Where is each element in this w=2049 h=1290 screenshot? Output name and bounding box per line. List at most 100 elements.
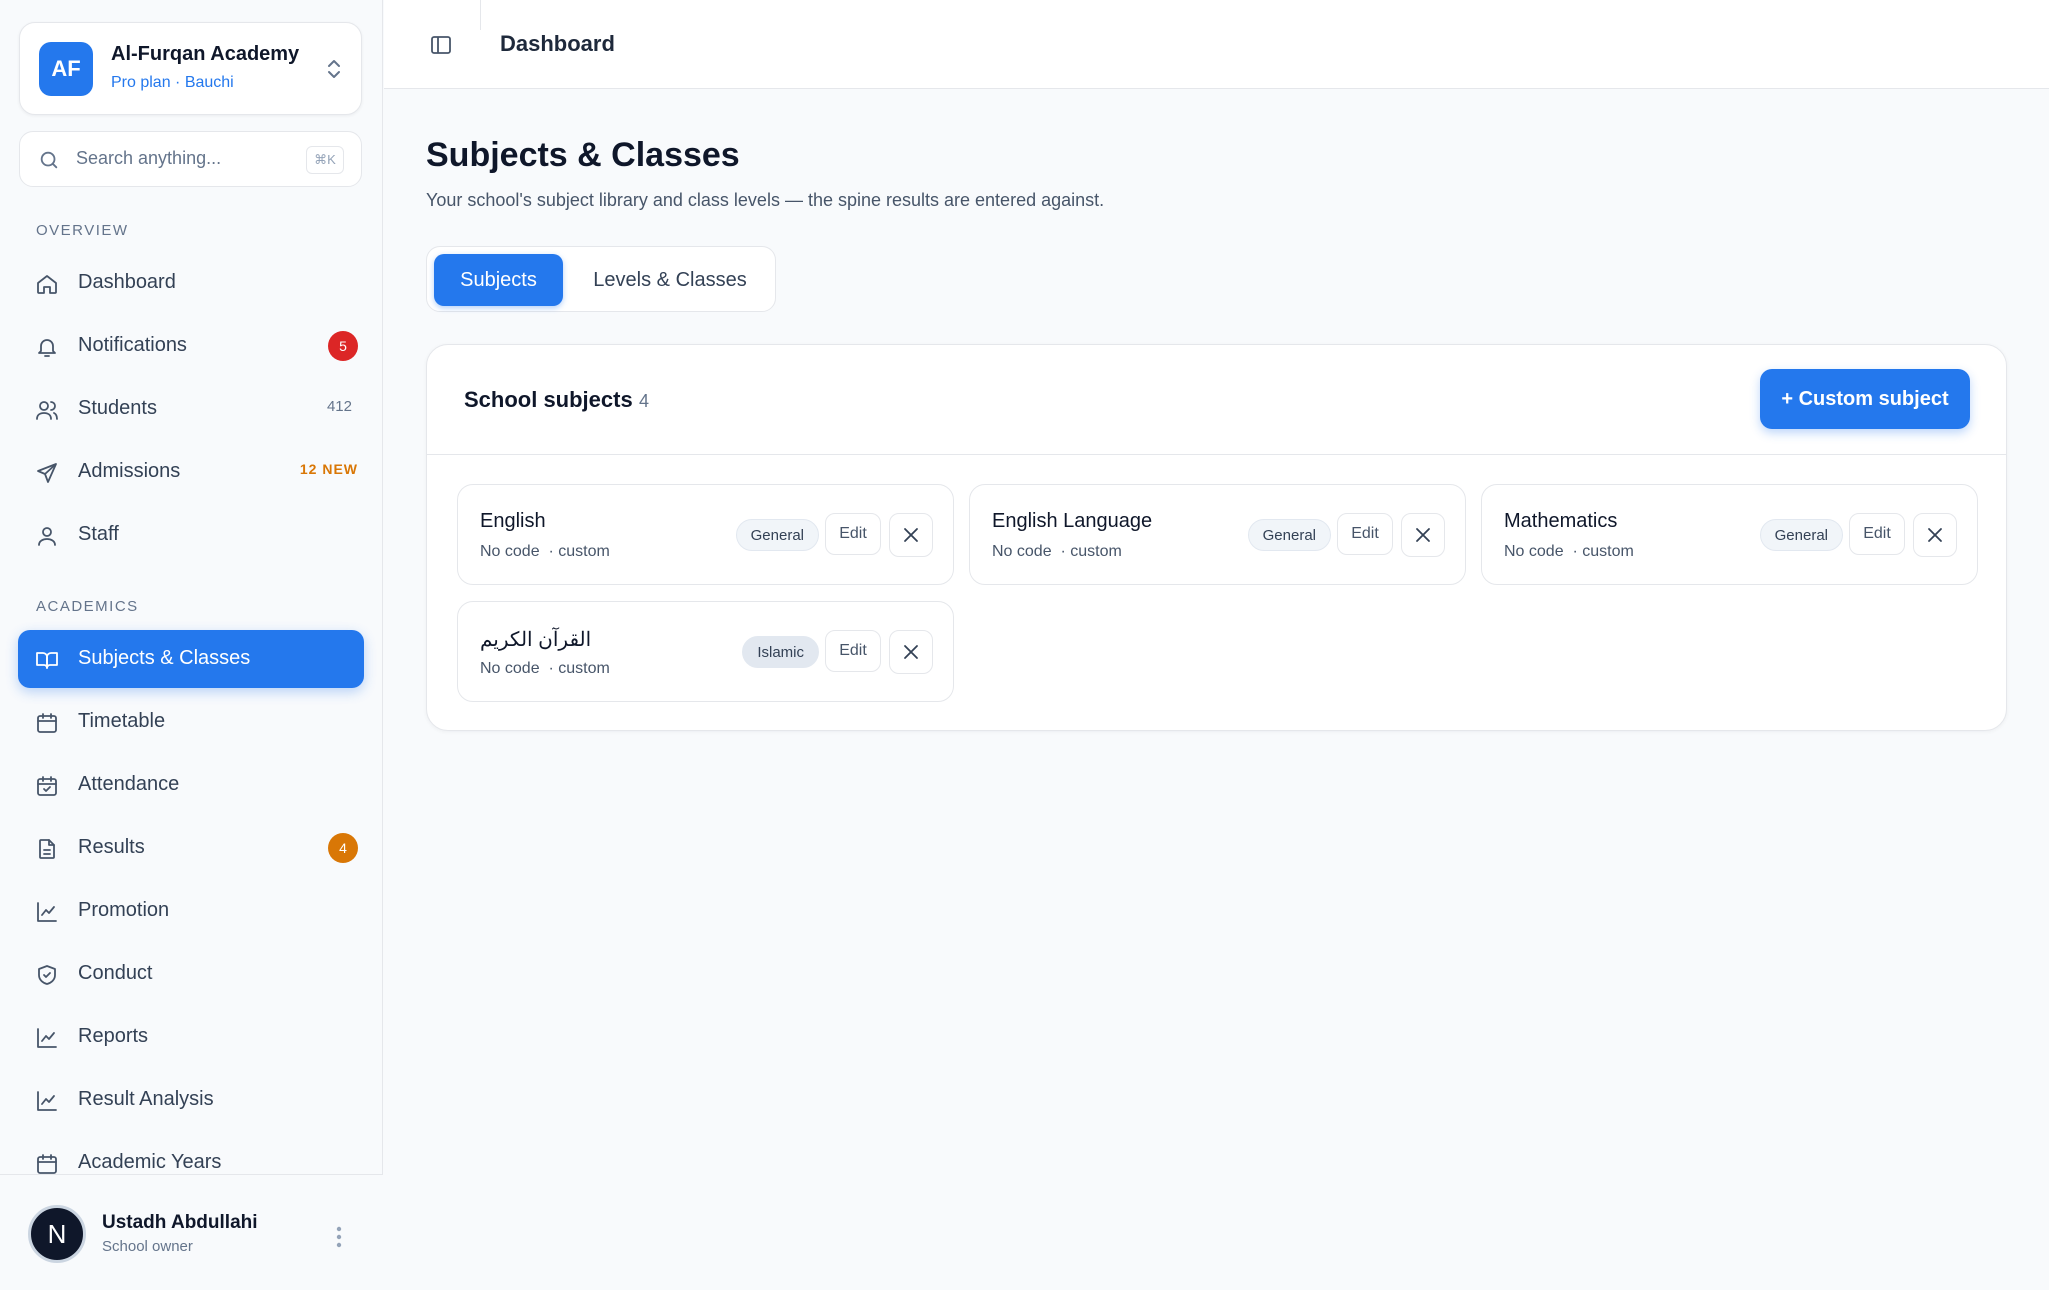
sidebar-item-label: Results (78, 836, 145, 858)
bell-icon (35, 335, 59, 359)
sidebar-item-label: Staff (78, 523, 119, 545)
sidebar-item-subjects-classes[interactable]: Subjects & Classes (18, 630, 364, 688)
divider (480, 0, 481, 30)
shield-check-icon (35, 963, 59, 987)
search-shortcut: ⌘K (306, 146, 344, 174)
edit-button[interactable]: Edit (825, 513, 881, 555)
sidebar-item-notifications[interactable]: Notifications 5 (18, 317, 364, 375)
edit-button[interactable]: Edit (825, 630, 881, 672)
file-text-icon (35, 837, 59, 861)
avatar: N (28, 1205, 86, 1263)
subjects-panel: School subjects 4 + Custom subject Engli… (426, 344, 2007, 731)
chart-line-icon (35, 900, 59, 924)
sidebar-item-label: Admissions (78, 460, 181, 482)
category-badge: General (735, 519, 819, 551)
search-input[interactable]: Search anything... ⌘K (19, 131, 362, 187)
edit-button[interactable]: Edit (1849, 513, 1905, 555)
notification-count-badge: 5 (328, 331, 358, 361)
org-name: Al-Furqan Academy (111, 43, 300, 65)
calendar-icon (35, 1152, 59, 1176)
sidebar-item-label: Attendance (78, 773, 180, 795)
home-icon (35, 272, 59, 296)
category-badge: General (1759, 519, 1843, 551)
close-icon (1416, 528, 1430, 542)
users-icon (35, 398, 59, 422)
send-icon (35, 461, 59, 485)
org-avatar: AF (39, 42, 93, 96)
sidebar-item-label: Conduct (78, 962, 153, 984)
subject-meta: No code · custom (992, 543, 1122, 560)
subject-name: القرآن الكريم (480, 629, 592, 651)
delete-button[interactable] (889, 513, 933, 557)
more-vertical-icon[interactable] (335, 1225, 343, 1249)
sidebar-item-label: Promotion (78, 899, 170, 921)
org-plan: Pro plan · Bauchi (111, 74, 234, 91)
user-profile[interactable]: N Ustadh Abdullahi School owner (0, 1174, 383, 1290)
calendar-check-icon (35, 774, 59, 798)
subjects-count: 4 (639, 391, 650, 411)
delete-button[interactable] (1401, 513, 1445, 557)
sidebar-item-staff[interactable]: Staff (18, 506, 364, 564)
subject-meta: No code · custom (480, 660, 610, 677)
admissions-new-tag: 12 NEW (299, 461, 358, 477)
close-icon (904, 528, 918, 542)
sidebar-item-promotion[interactable]: Promotion (18, 882, 364, 940)
close-icon (1928, 528, 1942, 542)
sidebar-item-label: Reports (78, 1025, 149, 1047)
sidebar-item-results[interactable]: Results 4 (18, 819, 364, 877)
subject-name: English (480, 510, 546, 532)
edit-button[interactable]: Edit (1337, 513, 1393, 555)
sidebar-item-result-analysis[interactable]: Result Analysis (18, 1071, 364, 1129)
subject-meta: No code · custom (480, 543, 610, 560)
subject-meta: No code · custom (1504, 543, 1634, 560)
search-placeholder: Search anything... (76, 148, 222, 168)
students-count: 412 (326, 398, 352, 415)
sidebar-item-label: Subjects & Classes (78, 647, 251, 669)
sidebar-item-dashboard[interactable]: Dashboard (18, 254, 364, 312)
subject-card: English No code · custom General Edit (457, 484, 954, 585)
tab-levels-classes[interactable]: Levels & Classes (570, 254, 770, 306)
user-role: School owner (102, 1238, 193, 1255)
section-label-academics: ACADEMICS (36, 598, 139, 615)
book-open-icon (35, 648, 59, 672)
subject-name: Mathematics (1504, 510, 1618, 532)
sidebar-item-students[interactable]: Students 412 (18, 380, 364, 438)
tab-subjects[interactable]: Subjects (434, 254, 563, 306)
sidebar-item-conduct[interactable]: Conduct (18, 945, 364, 1003)
subject-card: Mathematics No code · custom General Edi… (1481, 484, 1978, 585)
panel-title: School subjects (464, 387, 633, 412)
sidebar-item-label: Students (78, 397, 157, 419)
sidebar: AF Al-Furqan Academy Pro plan · Bauchi S… (0, 0, 383, 1290)
search-icon (38, 149, 60, 171)
calendar-icon (35, 711, 59, 735)
subject-name: English Language (992, 510, 1153, 532)
org-switcher[interactable]: AF Al-Furqan Academy Pro plan · Bauchi (19, 22, 362, 115)
chart-line-icon (35, 1089, 59, 1113)
chart-line-icon (35, 1026, 59, 1050)
breadcrumb[interactable]: Dashboard (500, 31, 615, 57)
page-title: Subjects & Classes (426, 136, 740, 174)
top-bar: Dashboard (384, 0, 2049, 89)
subject-card: القرآن الكريم No code · custom Islamic E… (457, 601, 954, 702)
sidebar-item-label: Result Analysis (78, 1088, 214, 1110)
user-icon (35, 524, 59, 548)
sidebar-toggle-icon[interactable] (429, 33, 453, 57)
delete-button[interactable] (889, 630, 933, 674)
sidebar-item-reports[interactable]: Reports (18, 1008, 364, 1066)
results-count-badge: 4 (328, 833, 358, 863)
sidebar-item-timetable[interactable]: Timetable (18, 693, 364, 751)
sidebar-item-label: Dashboard (78, 271, 176, 293)
sidebar-item-label: Timetable (78, 710, 166, 732)
page-subtitle: Your school's subject library and class … (426, 190, 1105, 210)
chevrons-up-down-icon (325, 57, 343, 81)
user-name: Ustadh Abdullahi (102, 1212, 258, 1233)
sidebar-item-label: Notifications (78, 334, 187, 356)
tab-bar: Subjects Levels & Classes (426, 246, 776, 312)
section-label-overview: OVERVIEW (36, 222, 129, 239)
sidebar-item-attendance[interactable]: Attendance (18, 756, 364, 814)
subject-card: English Language No code · custom Genera… (969, 484, 1466, 585)
category-badge: General (1247, 519, 1331, 551)
add-custom-subject-button[interactable]: + Custom subject (1760, 369, 1970, 429)
delete-button[interactable] (1913, 513, 1957, 557)
sidebar-item-admissions[interactable]: Admissions 12 NEW (18, 443, 364, 501)
